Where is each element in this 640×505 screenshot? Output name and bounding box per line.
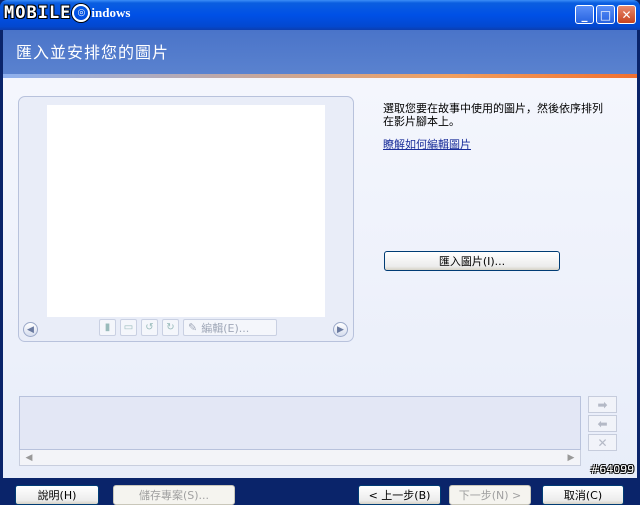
minimize-button[interactable]: _ xyxy=(575,5,594,24)
instruction-text: 選取您要在故事中使用的圖片，然後依序排列在影片腳本上。 xyxy=(383,102,603,128)
cancel-button[interactable]: 取消(C) xyxy=(542,485,624,505)
wizard-header: 匯入並安排您的圖片 xyxy=(3,30,637,74)
rotate-right-icon[interactable]: ↻ xyxy=(162,319,179,336)
window-logo: MOBILE ◎ indows xyxy=(4,2,130,24)
wizard-body: ◀ ▶ ▮ ▭ ↺ ↻ ✎ 編輯(E)... 選取您要在故事中使用的圖片，然後依… xyxy=(3,78,637,505)
watermark: #64099 xyxy=(590,463,635,476)
help-button[interactable]: 說明(H) xyxy=(15,485,99,505)
scroll-right-icon[interactable]: ▶ xyxy=(564,451,578,464)
back-button[interactable]: < 上一步(B) xyxy=(358,485,441,505)
arrow-right-icon[interactable]: ➡ xyxy=(588,396,617,413)
edit-picture-button[interactable]: ✎ 編輯(E)... xyxy=(183,319,277,336)
edit-pencil-icon: ✎ xyxy=(188,321,198,334)
picture-preview-frame: ◀ ▶ ▮ ▭ ↺ ↻ ✎ 編輯(E)... xyxy=(18,96,354,342)
storyboard-strip[interactable] xyxy=(19,396,581,450)
wizard-client-area: 匯入並安排您的圖片 ◀ ▶ ▮ ▭ ↺ ↻ ✎ 編輯(E)... 選取您要在故事… xyxy=(3,30,637,505)
storyboard-scrollbar[interactable]: ◀ ▶ xyxy=(19,450,581,466)
close-button[interactable]: ✕ xyxy=(617,5,636,24)
levels-icon[interactable]: ▮ xyxy=(99,319,116,336)
picture-preview-canvas xyxy=(47,105,325,317)
chevron-left-icon[interactable]: ◀ xyxy=(23,322,38,337)
chevron-right-icon[interactable]: ▶ xyxy=(333,322,348,337)
red-eye-icon[interactable]: ▭ xyxy=(120,319,137,336)
maximize-button[interactable]: □ xyxy=(596,5,615,24)
arrow-left-icon[interactable]: ⬅ xyxy=(588,415,617,432)
preview-toolbar: ▮ ▭ ↺ ↻ ✎ 編輯(E)... xyxy=(99,319,277,336)
rotate-left-icon[interactable]: ↺ xyxy=(141,319,158,336)
edit-label: 編輯(E)... xyxy=(201,321,250,335)
logo-ring-icon: ◎ xyxy=(72,4,91,22)
logo-text: MOBILE xyxy=(4,3,72,23)
title-bar: MOBILE ◎ indows _ □ ✕ xyxy=(0,0,640,30)
save-project-button[interactable]: 儲存專案(S)... xyxy=(113,485,235,505)
learn-edit-pictures-link[interactable]: 瞭解如何編輯圖片 xyxy=(383,136,471,152)
page-title: 匯入並安排您的圖片 xyxy=(16,43,170,62)
scroll-left-icon[interactable]: ◀ xyxy=(22,451,36,464)
import-pictures-button[interactable]: 匯入圖片(I)... xyxy=(384,251,560,271)
next-button[interactable]: 下一步(N) > xyxy=(449,485,531,505)
logo-suffix: indows xyxy=(91,5,131,20)
delete-x-icon[interactable]: ✕ xyxy=(588,434,617,451)
